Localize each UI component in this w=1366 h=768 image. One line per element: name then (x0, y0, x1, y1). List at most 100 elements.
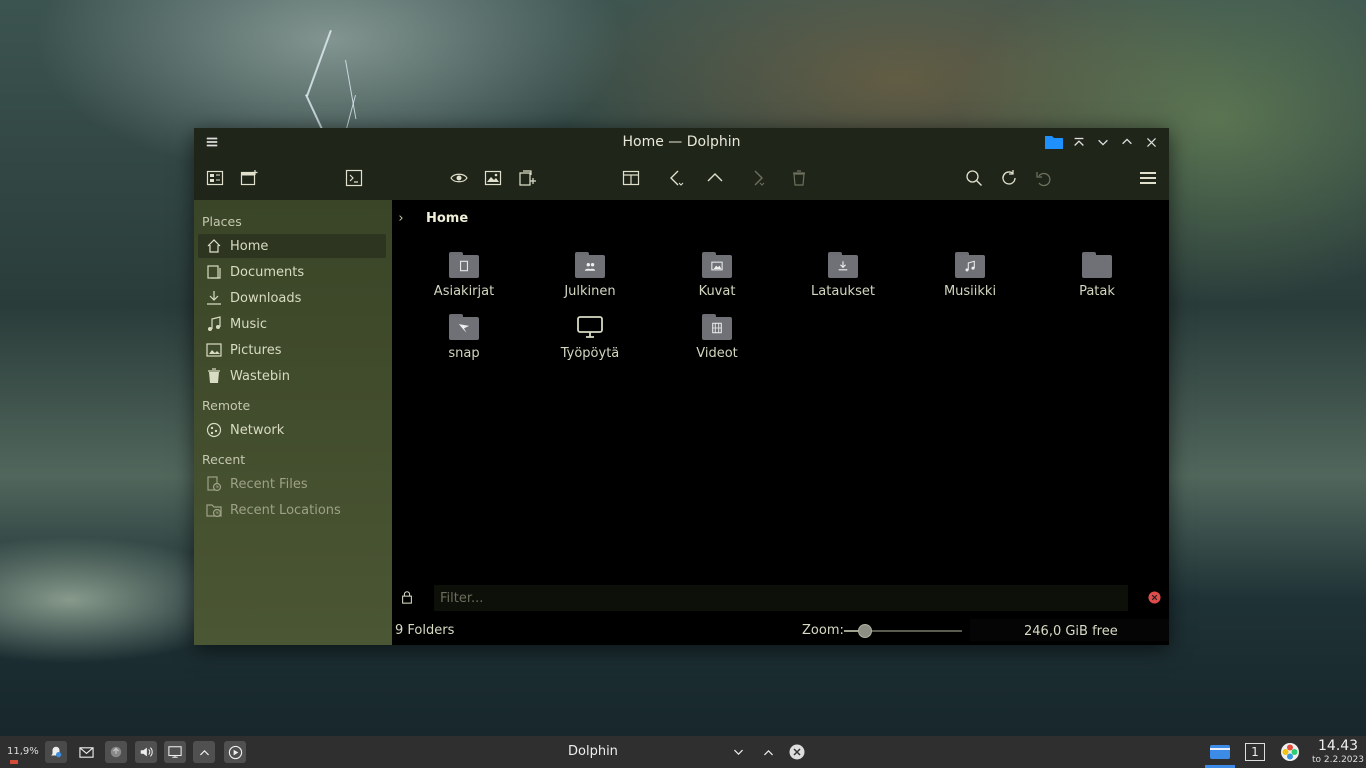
sidebar-item-network[interactable]: Network (198, 418, 386, 442)
folder-item[interactable]: Julkinen (535, 252, 645, 308)
search-icon[interactable] (962, 166, 986, 190)
folder-label: Asiakirjat (433, 284, 495, 299)
forward-icon (745, 166, 769, 190)
cpu-usage: 11,9% (7, 746, 39, 757)
notifications-icon[interactable] (45, 741, 67, 763)
clock-time[interactable]: 14.43 (1318, 738, 1358, 754)
virtual-desktop-pager[interactable]: 1 (1245, 743, 1265, 761)
split-view-icon[interactable] (619, 166, 643, 190)
recent-files-icon (207, 476, 222, 492)
breadcrumb[interactable]: › Home (392, 208, 468, 228)
places-panel: Places Home Documents Downloads Music Pi… (194, 200, 392, 645)
image-preview-icon[interactable] (481, 166, 505, 190)
network-icon (206, 422, 222, 438)
sidebar-item-recent-files[interactable]: Recent Files (198, 472, 386, 496)
sidebar-item-label: Recent Locations (230, 502, 341, 518)
cpu-usage-bar (10, 760, 18, 764)
chevron-up-icon[interactable] (193, 741, 215, 763)
folder-item[interactable]: Musiikki (915, 252, 1025, 308)
folder-label: snap (448, 346, 480, 361)
image-icon (206, 343, 222, 357)
folder-label: Patak (1079, 284, 1115, 299)
sidebar-item-music[interactable]: Music (198, 312, 386, 336)
sidebar-item-label: Pictures (230, 342, 282, 358)
clock-date[interactable]: to 2.2.2023 (1312, 755, 1364, 765)
desktop-icon (575, 314, 605, 340)
folder-item[interactable]: Kuvat (662, 252, 772, 308)
breadcrumb-home[interactable]: Home (426, 211, 468, 226)
sidebar-item-downloads[interactable]: Downloads (198, 286, 386, 310)
sidebar-item-recent-locations[interactable]: Recent Locations (198, 498, 386, 522)
folder-blue-icon (1044, 132, 1064, 152)
updates-icon[interactable] (105, 741, 127, 763)
close-task-icon[interactable] (786, 741, 808, 763)
media-player-icon[interactable] (224, 741, 246, 763)
free-space: 246,0 GiB free (1024, 624, 1118, 639)
sidebar-item-documents[interactable]: Documents (198, 260, 386, 284)
folder-count: 9 Folders (395, 623, 455, 638)
clear-filter-icon[interactable] (1148, 591, 1162, 605)
recent-header: Recent (202, 452, 246, 467)
sidebar-item-label: Recent Files (230, 476, 308, 492)
task-dolphin[interactable]: Dolphin (568, 744, 618, 759)
sidebar-item-label: Network (230, 422, 285, 438)
folder-item[interactable]: Patak (1042, 252, 1152, 308)
folder-item[interactable]: snap (409, 314, 519, 370)
folder-item[interactable]: Työpöytä (535, 314, 645, 370)
folder-icon (1082, 252, 1112, 278)
back-icon[interactable] (664, 166, 688, 190)
new-tab-icon[interactable] (515, 166, 539, 190)
filter-bar (392, 580, 1169, 616)
documents-icon (207, 265, 221, 279)
dolphin-window: Home — Dolphin Places Home Documents Dow… (194, 128, 1169, 645)
lock-icon[interactable] (400, 590, 416, 606)
sidebar-item-wastebin[interactable]: Wastebin (198, 364, 386, 388)
preview-eye-icon[interactable] (447, 166, 471, 190)
folder-videos-icon (702, 314, 732, 340)
trash-icon (787, 166, 811, 190)
up-icon[interactable] (703, 166, 727, 190)
minimize-button[interactable] (1093, 132, 1113, 152)
file-view[interactable]: › Home Asiakirjat Julkinen Kuvat Latauks… (392, 200, 1169, 645)
keep-above-button[interactable] (1069, 132, 1089, 152)
close-button[interactable] (1141, 132, 1161, 152)
color-picker-icon[interactable] (1279, 741, 1301, 763)
terminal-icon[interactable] (342, 166, 366, 190)
title-bar[interactable]: Home — Dolphin (194, 128, 1169, 156)
filter-input[interactable] (434, 585, 1128, 611)
sidebar-item-pictures[interactable]: Pictures (198, 338, 386, 362)
volume-icon[interactable] (135, 741, 157, 763)
view-icons-icon[interactable] (203, 166, 227, 190)
dolphin-task-icon[interactable] (1208, 741, 1232, 763)
chevron-right-icon[interactable]: › (392, 211, 410, 226)
folder-snap-icon (449, 314, 479, 340)
sidebar-item-label: Home (230, 238, 269, 254)
folder-item[interactable]: Lataukset (788, 252, 898, 308)
maximize-button[interactable] (1117, 132, 1137, 152)
places-header: Places (202, 214, 242, 229)
chevron-up-icon[interactable] (757, 741, 779, 763)
zoom-slider[interactable] (844, 623, 962, 639)
folder-documents-icon (449, 252, 479, 278)
home-icon (207, 239, 221, 253)
folder-label: Videot (696, 346, 738, 361)
mail-icon[interactable] (75, 741, 97, 763)
reload-icon[interactable] (997, 166, 1021, 190)
main-toolbar (194, 156, 1169, 200)
undo-icon (1031, 166, 1055, 190)
folder-label: Työpöytä (560, 346, 620, 361)
music-icon (208, 316, 221, 331)
folder-label: Julkinen (564, 284, 616, 299)
folder-pictures-icon (702, 252, 732, 278)
hamburger-menu-icon[interactable] (1136, 166, 1160, 190)
folder-item[interactable]: Videot (662, 314, 772, 370)
sidebar-item-home[interactable]: Home (198, 234, 386, 258)
sidebar-item-label: Music (230, 316, 267, 332)
new-window-icon[interactable] (237, 166, 261, 190)
chevron-down-icon[interactable] (727, 741, 749, 763)
remote-header: Remote (202, 398, 251, 413)
zoom-slider-handle[interactable] (858, 624, 872, 638)
folder-public-icon (575, 252, 605, 278)
folder-item[interactable]: Asiakirjat (409, 252, 519, 308)
display-icon[interactable] (164, 741, 186, 763)
